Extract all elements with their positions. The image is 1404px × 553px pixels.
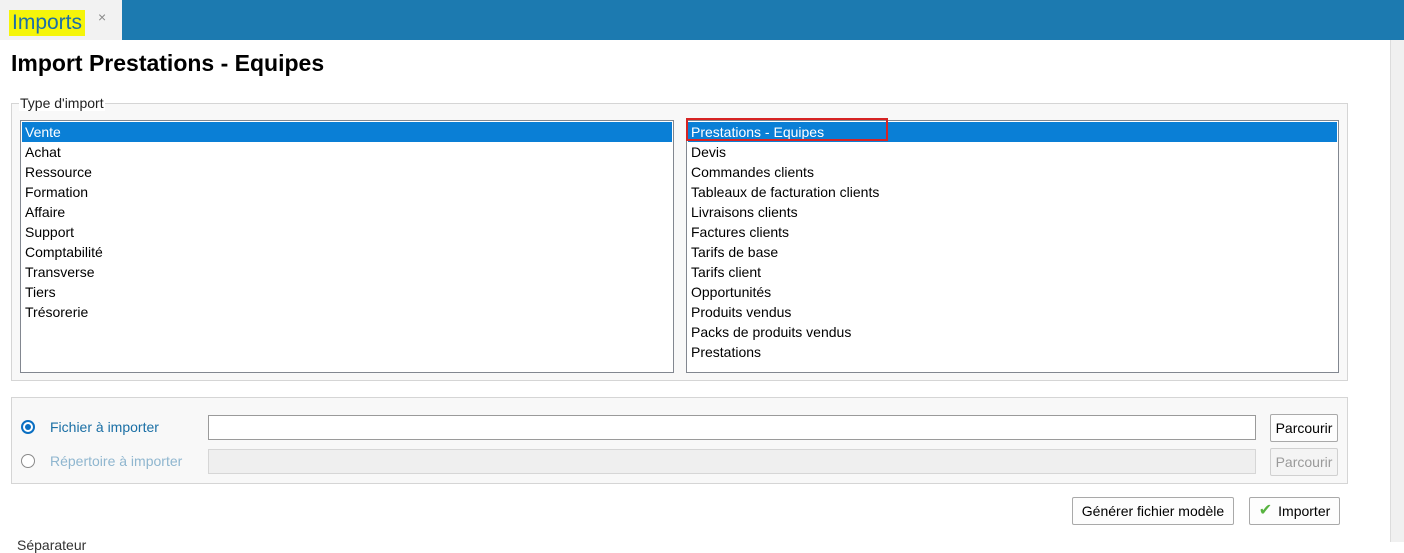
subtype-list-item[interactable]: Packs de produits vendus (688, 322, 1337, 342)
category-list-item[interactable]: Support (22, 222, 672, 242)
subtype-list-item[interactable]: Commandes clients (688, 162, 1337, 182)
subtype-list-item[interactable]: Produits vendus (688, 302, 1337, 322)
category-list-item[interactable]: Transverse (22, 262, 672, 282)
selection-highlight-box (686, 118, 888, 141)
category-list-item[interactable]: Vente (22, 122, 672, 142)
import-button[interactable]: ✔ Importer (1249, 497, 1340, 525)
tab-title: Imports (9, 10, 86, 36)
generate-template-label: Générer fichier modèle (1081, 503, 1225, 519)
import-button-label: Importer (1278, 503, 1331, 519)
browse-directory-button[interactable]: Parcourir (1270, 448, 1338, 476)
subtype-list-item[interactable]: Tarifs client (688, 262, 1337, 282)
file-radio-label: Fichier à importer (50, 419, 159, 435)
page-title: Import Prestations - Equipes (11, 50, 325, 76)
subtype-list-item[interactable]: Prestations (688, 342, 1337, 362)
category-listbox[interactable]: Vente Achat Ressource Formation Affaire Suppo… (20, 120, 674, 373)
subtype-list-item[interactable]: Factures clients (688, 222, 1337, 242)
tab-imports[interactable]: Imports × (0, 0, 122, 40)
category-list-item[interactable]: Comptabilité (22, 242, 672, 262)
category-list-item[interactable]: Formation (22, 182, 672, 202)
top-bar (0, 0, 1404, 40)
subtype-list-item[interactable]: Opportunités (688, 282, 1337, 302)
category-list-item[interactable]: Ressource (22, 162, 672, 182)
close-icon[interactable]: × (98, 9, 106, 25)
check-icon: ✔ (1258, 502, 1273, 519)
subtype-list-item[interactable]: Tableaux de facturation clients (688, 182, 1337, 202)
directory-radio[interactable] (21, 454, 35, 468)
browse-file-button[interactable]: Parcourir (1270, 414, 1338, 442)
separator-label: Séparateur (17, 537, 87, 553)
import-type-legend: Type d'import (19, 95, 105, 111)
category-list-item[interactable]: Trésorerie (22, 302, 672, 322)
directory-path-input[interactable] (208, 449, 1256, 474)
category-list-item[interactable]: Tiers (22, 282, 672, 302)
subtype-list-item[interactable]: Tarifs de base (688, 242, 1337, 262)
file-path-input[interactable] (208, 415, 1256, 440)
directory-radio-label: Répertoire à importer (50, 453, 183, 469)
subtype-list-item[interactable]: Devis (688, 142, 1337, 162)
subtype-listbox[interactable]: Prestations - Equipes Devis Commandes clie… (686, 120, 1339, 373)
category-list-item[interactable]: Achat (22, 142, 672, 162)
subtype-list-item[interactable]: Livraisons clients (688, 202, 1337, 222)
vertical-scrollbar[interactable] (1390, 40, 1404, 542)
generate-template-button[interactable]: Générer fichier modèle (1072, 497, 1234, 525)
category-list-item[interactable]: Affaire (22, 202, 672, 222)
file-radio[interactable] (21, 420, 35, 434)
